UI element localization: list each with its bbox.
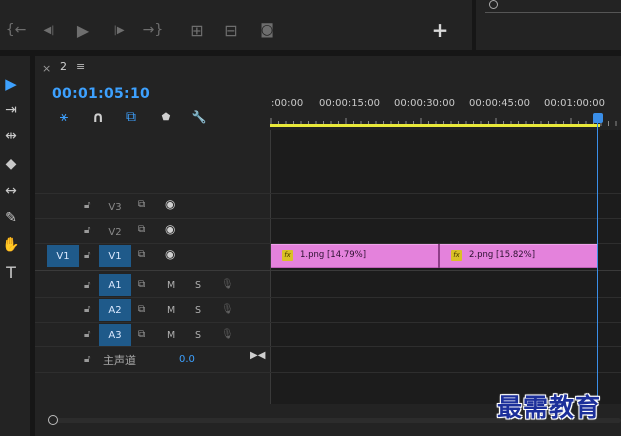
- type-tool-icon[interactable]: T: [0, 261, 22, 283]
- eye-icon[interactable]: ◉: [165, 222, 175, 236]
- playhead-timecode[interactable]: 00:01:05:10: [52, 86, 150, 102]
- zoom-slider-track[interactable]: [485, 12, 621, 13]
- panel-menu-icon[interactable]: ≡: [76, 60, 85, 73]
- eye-icon[interactable]: ◉: [165, 197, 175, 211]
- ruler-label: 00:00:30:00: [394, 98, 456, 109]
- clip[interactable]: fx 2.png [15.82%]: [440, 244, 597, 268]
- mute-button[interactable]: M: [167, 330, 175, 341]
- lock-icon[interactable]: 🔓︎: [84, 329, 90, 340]
- source-patch-v1[interactable]: V1: [47, 245, 79, 267]
- audio-meter-panel: [476, 0, 621, 50]
- playhead-handle[interactable]: [593, 113, 603, 123]
- linked-selection-icon[interactable]: ⧉: [121, 107, 141, 127]
- sync-lock-icon[interactable]: ⧉: [138, 329, 145, 340]
- eye-icon[interactable]: ◉: [165, 247, 175, 261]
- work-area-bar[interactable]: [270, 124, 600, 127]
- scrollbar-handle[interactable]: [48, 415, 58, 425]
- track-target-a3[interactable]: A3: [99, 324, 131, 346]
- fx-badge[interactable]: fx: [451, 250, 462, 261]
- sync-lock-icon[interactable]: ⧉: [138, 279, 145, 290]
- selection-tool-icon[interactable]: ▶: [0, 73, 22, 95]
- video-audio-divider[interactable]: [35, 270, 621, 271]
- go-to-in-icon[interactable]: {←: [6, 20, 27, 40]
- solo-button[interactable]: S: [195, 280, 201, 291]
- edit-point[interactable]: [438, 244, 440, 268]
- close-tab-icon[interactable]: ×: [42, 62, 51, 75]
- nest-toggle-icon[interactable]: ⚹: [54, 107, 74, 127]
- track-divider: [35, 346, 621, 347]
- insert-icon[interactable]: ⊞: [186, 20, 208, 40]
- lock-icon[interactable]: 🔓︎: [84, 250, 90, 261]
- step-forward-icon[interactable]: |▶: [109, 20, 129, 40]
- step-back-icon[interactable]: ◀|: [39, 20, 59, 40]
- zoom-slider-handle[interactable]: [489, 0, 498, 9]
- track-target-a1[interactable]: A1: [99, 274, 131, 296]
- mute-button[interactable]: M: [167, 305, 175, 316]
- track-select-tool-icon[interactable]: ⇥: [0, 99, 22, 121]
- clip-name: 2.png [15.82%]: [469, 250, 536, 260]
- playhead-line[interactable]: [597, 123, 598, 415]
- mic-icon[interactable]: 🎙︎: [221, 329, 234, 340]
- solo-button[interactable]: S: [195, 305, 201, 316]
- track-divider: [35, 297, 621, 298]
- track-divider: [35, 322, 621, 323]
- ruler-label: 00:00:45:00: [469, 98, 531, 109]
- razor-tool-icon[interactable]: ◆: [0, 153, 22, 175]
- master-track-label: 主声道: [103, 354, 136, 367]
- track-target-v2[interactable]: V2: [99, 221, 131, 243]
- sync-lock-icon[interactable]: ⧉: [138, 304, 145, 315]
- watermark: 最需教育: [497, 393, 602, 422]
- lock-icon[interactable]: 🔓︎: [84, 354, 90, 365]
- clip[interactable]: fx 1.png [14.79%]: [271, 244, 439, 268]
- pen-tool-icon[interactable]: ✎: [0, 207, 22, 229]
- go-to-end-icon[interactable]: ▶◀: [250, 350, 265, 361]
- track-divider: [35, 193, 621, 194]
- overwrite-icon[interactable]: ⊟: [220, 20, 242, 40]
- track-target-v1[interactable]: V1: [99, 245, 131, 267]
- mic-icon[interactable]: 🎙︎: [221, 304, 234, 315]
- ruler-label: :00:00: [271, 98, 304, 109]
- snap-icon[interactable]: ∩: [88, 107, 108, 127]
- go-to-out-icon[interactable]: →}: [142, 20, 164, 40]
- track-target-v3[interactable]: V3: [99, 196, 131, 218]
- timeline-settings-icon[interactable]: 🔧: [189, 107, 209, 127]
- solo-button[interactable]: S: [195, 330, 201, 341]
- sync-lock-icon[interactable]: ⧉: [138, 199, 145, 210]
- master-volume-value[interactable]: 0.0: [179, 354, 195, 365]
- sequence-tab-title[interactable]: 2: [60, 60, 67, 73]
- ruler-label: 00:00:15:00: [319, 98, 381, 109]
- add-button[interactable]: +: [430, 20, 450, 41]
- export-frame-icon[interactable]: ◙: [256, 20, 278, 40]
- track-divider: [35, 218, 621, 219]
- lock-icon[interactable]: 🔓︎: [84, 225, 90, 236]
- mic-icon[interactable]: 🎙︎: [221, 279, 234, 290]
- sync-lock-icon[interactable]: ⧉: [138, 224, 145, 235]
- mute-button[interactable]: M: [167, 280, 175, 291]
- add-marker-icon[interactable]: ⬟: [156, 107, 176, 127]
- ruler-label: 00:01:00:00: [544, 98, 606, 109]
- lock-icon[interactable]: 🔓︎: [84, 304, 90, 315]
- play-icon[interactable]: ▶: [73, 20, 93, 40]
- lock-icon[interactable]: 🔓︎: [84, 200, 90, 211]
- track-target-a2[interactable]: A2: [99, 299, 131, 321]
- sync-lock-icon[interactable]: ⧉: [138, 249, 145, 260]
- ripple-edit-tool-icon[interactable]: ⇹: [0, 125, 22, 147]
- track-headers: [35, 130, 270, 404]
- slip-tool-icon[interactable]: ↔: [0, 180, 22, 202]
- hand-tool-icon[interactable]: ✋: [0, 234, 22, 256]
- panel-divider[interactable]: [472, 0, 476, 52]
- track-divider: [35, 372, 621, 373]
- fx-badge[interactable]: fx: [282, 250, 293, 261]
- lock-icon[interactable]: 🔓︎: [84, 280, 90, 291]
- clip-name: 1.png [14.79%]: [300, 250, 367, 260]
